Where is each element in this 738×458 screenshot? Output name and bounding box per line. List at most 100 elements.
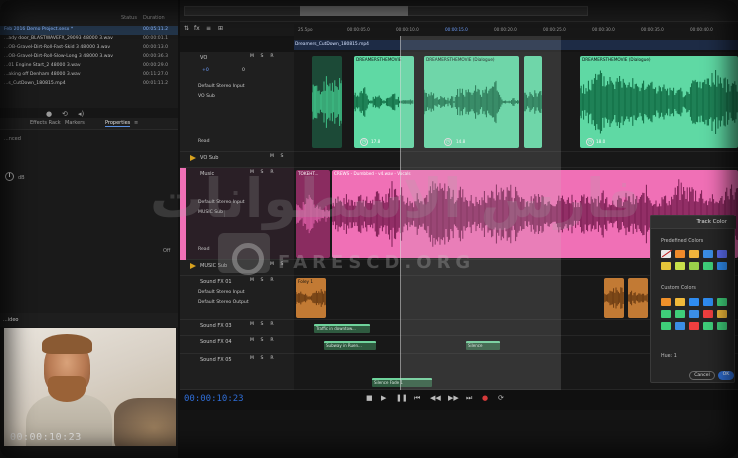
track-name-vo[interactable]: VO	[200, 55, 207, 61]
clip-vo-3[interactable]: DREAMERSTHEMOVIE (Dialogue) ◷ 14.8	[424, 56, 519, 148]
panel-menu-icon[interactable]: ≡	[134, 120, 138, 126]
custom-swatch[interactable]	[675, 298, 685, 306]
file-row[interactable]: ...01 Engine Start_2 48000 3.wav 00:00:29…	[0, 62, 178, 71]
sends-icon[interactable]: ≡	[206, 25, 211, 32]
clip-subway[interactable]: Subway in Ruen...	[324, 341, 376, 350]
track-header-sfx-05[interactable]: Sound FX 05 M S R	[180, 354, 294, 390]
clip-sfx-2[interactable]	[604, 278, 624, 318]
go-to-start-icon[interactable]: ⏮	[414, 394, 420, 403]
clip-vo-4[interactable]	[524, 56, 542, 148]
loop-icon[interactable]: ⟲	[62, 110, 68, 118]
column-status[interactable]: Status	[121, 15, 137, 21]
mute-button[interactable]: M	[248, 338, 256, 345]
volume-value[interactable]: +0	[202, 68, 209, 73]
solo-button[interactable]: S	[258, 338, 266, 345]
predefined-swatch[interactable]	[689, 262, 699, 270]
custom-swatch[interactable]	[717, 310, 727, 318]
track-name-vo-sub[interactable]: VO Sub	[200, 155, 218, 161]
clip-sfx-foley[interactable]: Foley 1	[296, 278, 326, 318]
custom-swatch[interactable]	[703, 322, 713, 330]
record-button[interactable]: R	[268, 54, 276, 61]
track-header-vo[interactable]: VO M S R +0 0 Default Stereo Input VO Su…	[180, 52, 294, 152]
column-duration[interactable]: Duration	[143, 15, 165, 21]
clip-sfx-3[interactable]	[628, 278, 648, 318]
track-name-sfx-04[interactable]: Sound FX 04	[200, 339, 232, 345]
output-select[interactable]: Default Stereo Output	[198, 300, 249, 305]
fast-forward-icon[interactable]: ▶▶	[448, 394, 459, 402]
cancel-button[interactable]: Cancel	[689, 371, 715, 380]
predefined-swatch[interactable]	[675, 250, 685, 258]
file-row[interactable]: Feb 2016 Demo Project.sesx * 00:05:11.2	[0, 26, 178, 35]
tab-effects-rack[interactable]: Effects Rack	[30, 120, 61, 126]
mute-button[interactable]: M	[248, 54, 256, 61]
record-transport-icon[interactable]: ●	[482, 394, 488, 402]
clip-vo-2[interactable]: DREAMERSTHEMOVIE ◷ 17.8	[354, 56, 414, 148]
mute-button[interactable]: M	[248, 322, 256, 329]
input-select[interactable]: Default Stereo Input	[198, 84, 245, 89]
fx-badge-icon[interactable]: ◷	[360, 138, 368, 146]
custom-swatch[interactable]	[661, 310, 671, 318]
clip-vo-1[interactable]	[312, 56, 342, 148]
clip-traffic[interactable]: Traffic in downtow...	[314, 324, 370, 333]
clip-silence[interactable]: Silence	[466, 341, 500, 350]
track-header-sfx-04[interactable]: Sound FX 04 M S R	[180, 336, 294, 354]
lane-vo[interactable]: DREAMERSTHEMOVIE ◷ 17.8 DREAMERSTHEMOVIE (…	[294, 52, 738, 152]
predefined-swatch[interactable]	[661, 262, 671, 270]
custom-swatch[interactable]	[661, 298, 671, 306]
solo-button[interactable]: S	[278, 154, 286, 161]
custom-swatch[interactable]	[675, 322, 685, 330]
custom-swatch[interactable]	[703, 298, 713, 306]
predefined-swatch[interactable]	[675, 262, 685, 270]
clip-silence-fade[interactable]: Silence Fade 1	[372, 378, 432, 387]
track-name-sfx-05[interactable]: Sound FX 05	[200, 357, 232, 363]
file-row[interactable]: ...aking off Denham 48000 3.wav 00:11:27.…	[0, 71, 178, 80]
pause-icon[interactable]: ❚❚	[396, 394, 408, 402]
output-select[interactable]: VO Sub	[198, 94, 215, 99]
clip-vo-5[interactable]: DREAMERSTHEMOVIE (Dialogue) ◷ 18.0	[580, 56, 738, 148]
predefined-swatch[interactable]	[703, 262, 713, 270]
custom-swatch[interactable]	[717, 298, 727, 306]
solo-button[interactable]: S	[258, 54, 266, 61]
record-button[interactable]: R	[268, 356, 276, 363]
custom-swatch[interactable]	[717, 322, 727, 330]
ok-button[interactable]: OK	[718, 371, 734, 380]
predefined-swatch[interactable]	[661, 250, 671, 258]
custom-swatch[interactable]	[661, 322, 671, 330]
track-header-sfx-03[interactable]: Sound FX 03 M S R	[180, 320, 294, 336]
solo-button[interactable]: S	[258, 322, 266, 329]
play-icon[interactable]: ▶	[381, 394, 386, 402]
go-to-end-icon[interactable]: ⏭	[466, 394, 472, 403]
record-button[interactable]: R	[268, 322, 276, 329]
loop-playback-icon[interactable]: ⟳	[498, 394, 504, 402]
fx-badge-icon[interactable]: ◷	[586, 138, 594, 146]
custom-swatch[interactable]	[675, 310, 685, 318]
mute-button[interactable]: M	[248, 356, 256, 363]
eq-icon[interactable]: ⊞	[218, 25, 223, 32]
clip-channels-icon[interactable]: ⇅	[184, 25, 189, 32]
custom-swatch[interactable]	[689, 298, 699, 306]
gain-knob[interactable]	[5, 172, 14, 181]
file-row[interactable]: ...OB-Gravel-Dirt-Roll-Slow-Long 3 48000…	[0, 53, 178, 62]
custom-swatch[interactable]	[689, 322, 699, 330]
time-ruler[interactable]: 25.5po 00:00:05.0 00:00:10.0 00:00:15.0 00:0…	[294, 24, 738, 40]
predefined-swatch[interactable]	[703, 250, 713, 258]
file-row[interactable]: ...ady door_BLASTWAVEFX_29093 48000 3.wa…	[0, 35, 178, 44]
mute-button[interactable]: M	[248, 278, 256, 285]
predefined-swatch[interactable]	[717, 262, 727, 270]
predefined-swatch[interactable]	[689, 250, 699, 258]
record-button[interactable]: R	[268, 338, 276, 345]
dialog-title-bar[interactable]: Track Color	[651, 216, 736, 229]
tab-properties[interactable]: Properties	[105, 120, 131, 127]
play-preview-icon[interactable]: ●	[46, 110, 52, 118]
fx-badge-icon[interactable]: ◷	[444, 138, 452, 146]
solo-button[interactable]: S	[258, 356, 266, 363]
custom-swatch[interactable]	[703, 310, 713, 318]
video-track-clip[interactable]: Dreamers_CutDown_180815.mp4	[294, 40, 738, 50]
volume-icon[interactable]: ◂)	[78, 110, 84, 118]
solo-button[interactable]: S	[258, 278, 266, 285]
track-header-sfx-01[interactable]: Sound FX 01 M S R Default Stereo Input D…	[180, 276, 294, 320]
automation-mode[interactable]: Read	[198, 247, 210, 252]
track-name-sfx-01[interactable]: Sound FX 01	[200, 279, 232, 285]
stop-icon[interactable]: ■	[366, 394, 373, 402]
predefined-swatch[interactable]	[717, 250, 727, 258]
